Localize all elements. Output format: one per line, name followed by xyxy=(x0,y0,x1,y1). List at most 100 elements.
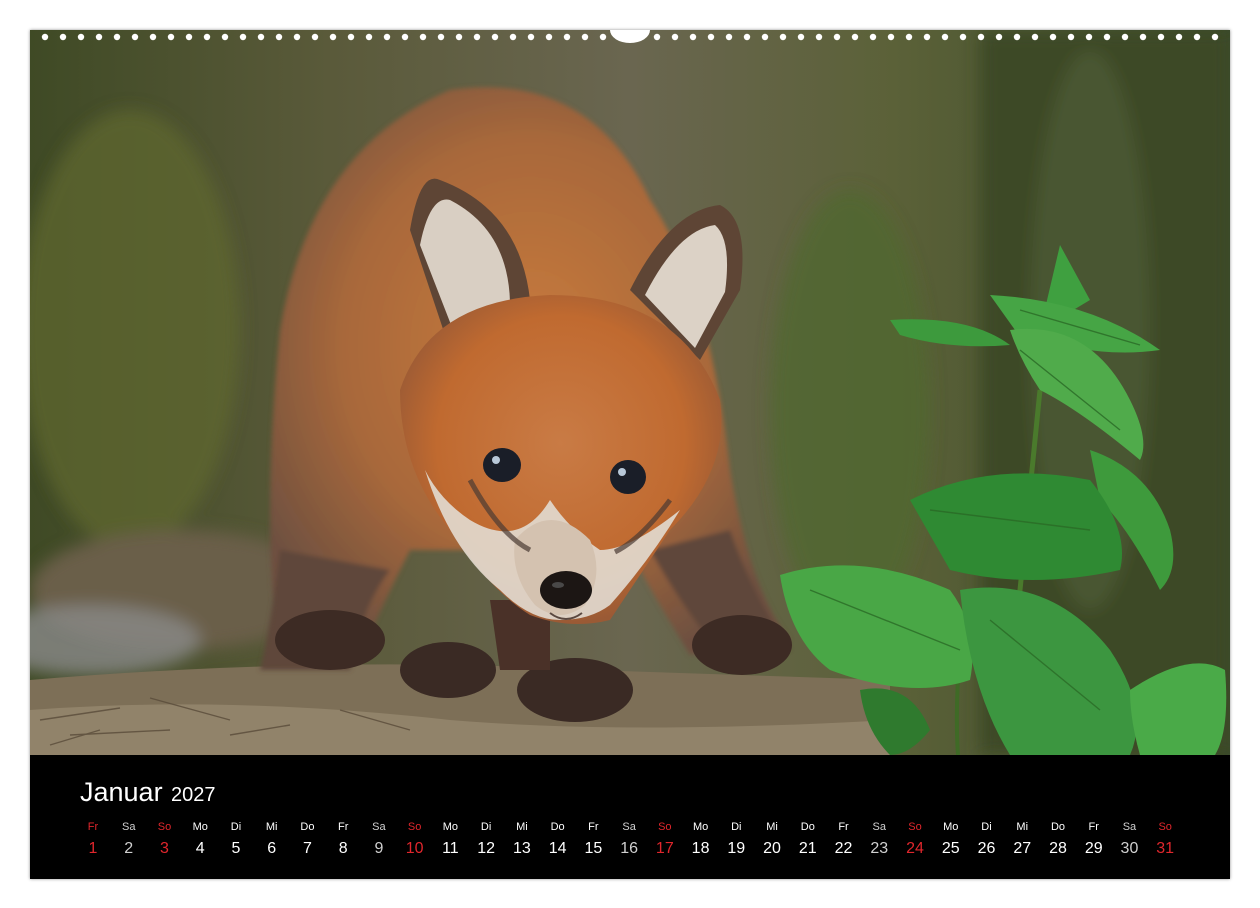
binding-hole-icon xyxy=(761,33,769,41)
weekday-label: Sa xyxy=(622,821,636,833)
weekday-label: Mo xyxy=(692,821,709,833)
weekday-label: Do xyxy=(1050,821,1065,833)
weekday-label: So xyxy=(1158,821,1172,833)
binding-hole-icon xyxy=(1193,33,1201,41)
binding-hole-icon xyxy=(221,33,229,41)
binding-hole-icon xyxy=(815,33,823,41)
binding-hole-icon xyxy=(293,33,301,41)
binding-hole-icon xyxy=(311,33,319,41)
binding-hole-icon xyxy=(851,33,859,41)
spiral-binding xyxy=(41,30,1219,43)
binding-hole-icon xyxy=(563,33,571,41)
weekday-label: Do xyxy=(550,821,565,833)
day-number: 7 xyxy=(302,840,312,857)
binding-hole-icon xyxy=(1211,33,1219,41)
fox-cub-photo-icon xyxy=(30,30,1230,755)
day-number: 4 xyxy=(195,840,205,857)
weekday-label: Mi xyxy=(1016,821,1029,833)
day-number: 31 xyxy=(1156,840,1175,857)
day-number: 12 xyxy=(477,840,496,857)
binding-hole-icon xyxy=(653,33,661,41)
day-number: 24 xyxy=(906,840,924,857)
weekday-label: Mo xyxy=(442,821,459,833)
binding-hole-icon xyxy=(599,33,607,41)
weekday-label: So xyxy=(908,821,922,833)
day-number: 23 xyxy=(870,840,889,857)
binding-hole-icon xyxy=(689,33,697,41)
weekday-label: Fr xyxy=(1088,821,1099,833)
binding-hole-icon xyxy=(185,33,193,41)
binding-hole-icon xyxy=(1157,33,1165,41)
calendar-strip: Januar 2027 Fr 1 Sa 2 So 3 Mo 4 Di 5 Mi 6 Do 7 Fr 8 Sa 9 S… xyxy=(30,755,1230,879)
weekday-label: Mo xyxy=(192,821,208,833)
binding-hole-icon xyxy=(527,33,535,41)
weekday-label: So xyxy=(157,821,172,833)
weekday-label: Mi xyxy=(516,821,528,833)
month-name: Januar xyxy=(80,777,163,807)
binding-hole-icon xyxy=(995,33,1003,41)
weekday-label: So xyxy=(658,821,672,833)
day-number: 14 xyxy=(548,840,567,857)
binding-hole-icon xyxy=(275,33,283,41)
binding-hole-icon xyxy=(833,33,841,41)
weekday-label: Di xyxy=(480,821,492,833)
binding-hole-icon xyxy=(257,33,265,41)
weekday-label: Sa xyxy=(372,821,386,833)
binding-hole-icon xyxy=(149,33,157,41)
binding-hole-icon xyxy=(1067,33,1075,41)
binding-hole-icon xyxy=(1103,33,1111,41)
month-title: Januar 2027 xyxy=(80,777,216,808)
day-number: 22 xyxy=(834,840,853,857)
binding-hole-icon xyxy=(77,33,85,41)
hanger-notch-icon xyxy=(610,30,650,43)
binding-hole-icon xyxy=(383,33,391,41)
weekday-label: Do xyxy=(300,821,315,833)
day-number: 27 xyxy=(1013,840,1032,857)
day-number: 15 xyxy=(584,840,603,857)
binding-hole-icon xyxy=(869,33,877,41)
weekday-label: Mi xyxy=(265,821,278,833)
binding-hole-icon xyxy=(329,33,337,41)
binding-hole-icon xyxy=(779,33,787,41)
binding-hole-icon xyxy=(1121,33,1129,41)
binding-hole-icon xyxy=(959,33,967,41)
weekday-label: Sa xyxy=(1122,821,1137,833)
day-number: 1 xyxy=(88,840,98,857)
binding-hole-icon xyxy=(581,33,589,41)
binding-hole-icon xyxy=(1139,33,1147,41)
month-year: 2027 xyxy=(171,784,216,806)
binding-hole-icon xyxy=(977,33,985,41)
binding-hole-icon xyxy=(437,33,445,41)
weekday-label: Di xyxy=(230,821,242,833)
weekday-label: Sa xyxy=(872,821,886,833)
day-number: 29 xyxy=(1084,840,1103,857)
binding-hole-icon xyxy=(743,33,751,41)
binding-hole-icon xyxy=(1049,33,1057,41)
binding-hole-icon xyxy=(95,33,103,41)
day-number: 18 xyxy=(691,840,710,857)
binding-hole-icon xyxy=(59,33,67,41)
weekday-label: Fr xyxy=(87,821,99,833)
weekday-label: So xyxy=(407,821,422,833)
binding-hole-icon xyxy=(401,33,409,41)
binding-hole-icon xyxy=(545,33,553,41)
binding-hole-icon xyxy=(509,33,517,41)
binding-hole-icon xyxy=(419,33,427,41)
day-number: 3 xyxy=(160,840,169,857)
binding-hole-icon xyxy=(941,33,949,41)
day-number: 8 xyxy=(338,840,348,857)
day-number: 17 xyxy=(655,840,674,857)
weekday-label: Do xyxy=(800,821,815,833)
weekday-label: Mo xyxy=(943,821,959,833)
binding-hole-icon xyxy=(167,33,175,41)
weekday-label: Fr xyxy=(588,821,599,833)
binding-hole-icon xyxy=(41,33,49,41)
binding-hole-icon xyxy=(347,33,355,41)
day-number: 20 xyxy=(763,840,781,857)
binding-hole-icon xyxy=(1013,33,1021,41)
binding-hole-icon xyxy=(707,33,715,41)
calendar-sheet: Januar 2027 Fr 1 Sa 2 So 3 Mo 4 Di 5 Mi 6 Do 7 Fr 8 Sa 9 S… xyxy=(30,30,1230,879)
day-number: 16 xyxy=(620,840,638,857)
weekday-label: Mi xyxy=(766,821,778,833)
binding-hole-icon xyxy=(365,33,373,41)
